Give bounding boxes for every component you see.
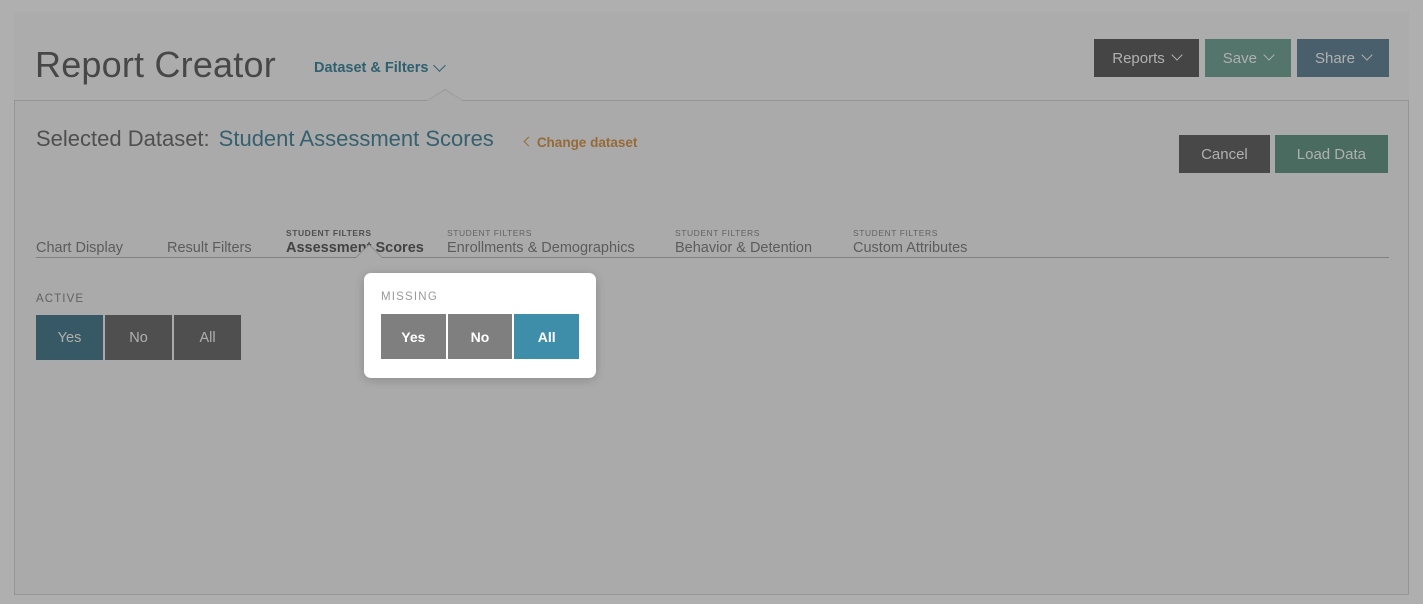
active-tab-notch <box>356 245 382 258</box>
dataset-filters-panel: Selected Dataset: Student Assessment Sco… <box>14 88 1409 595</box>
tab-behavior-detention[interactable]: STUDENT FILTERS Behavior & Detention <box>675 227 813 257</box>
screen: Report Creator Dataset & Filters Reports… <box>0 0 1423 604</box>
panel-actions: Cancel Load Data <box>1179 135 1388 173</box>
selected-dataset-label: Selected Dataset: <box>36 126 210 151</box>
segmented-control-missing: Yes No All <box>381 314 580 359</box>
change-dataset-link-label: Change dataset <box>536 135 638 150</box>
filter-group-title: ACTIVE <box>36 293 85 305</box>
tab-kicker: STUDENT FILTERS <box>286 227 372 238</box>
tab-custom-attributes[interactable]: STUDENT FILTERS Custom Attributes <box>853 227 968 257</box>
active-option-yes[interactable]: Yes <box>36 315 103 360</box>
tab-chart-display[interactable]: Chart Display <box>36 238 123 257</box>
panel-notch <box>427 90 463 101</box>
cancel-button[interactable]: Cancel <box>1179 135 1270 173</box>
reports-button[interactable]: Reports <box>1094 39 1199 77</box>
top-bar: Report Creator Dataset & Filters Reports… <box>14 12 1409 100</box>
dataset-filters-menu[interactable]: Dataset & Filters <box>314 58 447 76</box>
active-option-all[interactable]: All <box>174 315 241 360</box>
page-title: Report Creator <box>35 44 276 85</box>
tab-result-filters[interactable]: Result Filters <box>167 238 252 257</box>
missing-option-no[interactable]: No <box>447 314 513 359</box>
selected-dataset-name: Student Assessment Scores <box>218 126 494 151</box>
save-button[interactable]: Save <box>1204 39 1291 77</box>
active-option-no[interactable]: No <box>105 315 172 360</box>
filter-group-title: MISSING <box>381 291 438 303</box>
chevron-left-icon <box>523 136 534 147</box>
app-window: Report Creator Dataset & Filters Reports… <box>14 12 1409 595</box>
selected-dataset-row: Selected Dataset: Student Assessment Sco… <box>36 126 637 152</box>
save-button-label: Save <box>1222 49 1257 67</box>
missing-option-all[interactable]: All <box>514 314 580 359</box>
missing-option-yes[interactable]: Yes <box>381 314 446 359</box>
filter-group-missing-card: MISSING Yes No All <box>364 273 596 378</box>
tab-kicker: STUDENT FILTERS <box>675 227 760 238</box>
share-button[interactable]: Share <box>1296 39 1389 77</box>
tab-kicker: STUDENT FILTERS <box>853 227 938 238</box>
tab-divider <box>36 257 1389 258</box>
tab-label: Enrollments & Demographics <box>447 240 635 257</box>
tab-enrollments-demographics[interactable]: STUDENT FILTERS Enrollments & Demographi… <box>447 227 635 257</box>
chevron-down-icon <box>1171 49 1183 61</box>
change-dataset-link[interactable]: Change dataset <box>523 135 638 150</box>
tab-label: Result Filters <box>167 240 252 257</box>
tab-label: Custom Attributes <box>853 240 968 257</box>
topbar-actions: Reports Save Share <box>1094 39 1389 77</box>
chevron-down-icon <box>1263 49 1275 61</box>
share-button-label: Share <box>1314 49 1355 67</box>
tab-label: Behavior & Detention <box>675 240 813 257</box>
reports-button-label: Reports <box>1112 49 1165 67</box>
filter-group-active: ACTIVE Yes No All <box>36 293 241 360</box>
tab-kicker: STUDENT FILTERS <box>447 227 532 238</box>
chevron-down-icon <box>1361 49 1373 61</box>
filter-tabs: Chart Display Result Filters STUDENT FIL… <box>36 201 1389 257</box>
load-data-button[interactable]: Load Data <box>1274 135 1388 173</box>
chevron-down-icon <box>433 58 447 72</box>
tab-label: Chart Display <box>36 240 124 257</box>
segmented-control-active: Yes No All <box>36 315 241 360</box>
dataset-filters-menu-label: Dataset & Filters <box>314 60 429 76</box>
